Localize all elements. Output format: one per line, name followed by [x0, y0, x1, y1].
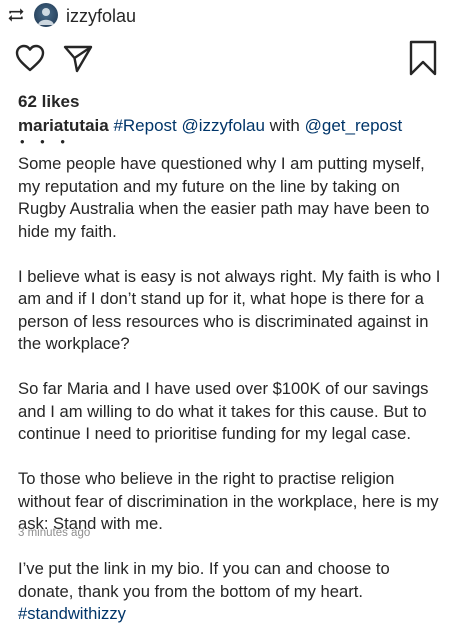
caption-header: mariatutaia #Repost @izzyfolau with @get…	[18, 115, 438, 137]
caption-paragraph: To those who believe in the right to pra…	[18, 469, 439, 533]
likes-count[interactable]: 62 likes	[18, 92, 79, 112]
send-icon[interactable]	[62, 42, 94, 74]
hashtag-standwithizzy[interactable]: #standwithizzy	[18, 604, 126, 623]
heart-icon[interactable]	[14, 42, 46, 74]
caption-paragraph: Some people have questioned why I am put…	[18, 154, 430, 241]
mention-izzyfolau[interactable]: @izzyfolau	[182, 116, 265, 135]
caption-paragraph-last: I’ve put the link in my bio. If you can …	[18, 558, 443, 626]
caption-with-text: with	[269, 116, 300, 135]
caption-paragraph: I believe what is easy is not always rig…	[18, 266, 441, 354]
repost-icon	[8, 8, 24, 22]
bookmark-icon[interactable]	[407, 40, 439, 76]
post-header: izzyfolau	[0, 0, 450, 32]
header-username[interactable]: izzyfolau	[66, 5, 136, 27]
more-options-icon[interactable]: • • •	[20, 134, 71, 149]
caption-username[interactable]: mariatutaia	[18, 116, 109, 135]
caption-paragraph: So far Maria and I have used over $100K …	[18, 379, 429, 443]
hashtag-repost[interactable]: #Repost	[113, 116, 176, 135]
avatar[interactable]	[34, 3, 58, 27]
caption-last-text: I’ve put the link in my bio. If you can …	[18, 559, 390, 601]
caption-body: Some people have questioned why I am put…	[18, 153, 443, 626]
post-timestamp: 3 minutes ago	[18, 527, 91, 539]
mention-get-repost[interactable]: @get_repost	[305, 116, 403, 135]
